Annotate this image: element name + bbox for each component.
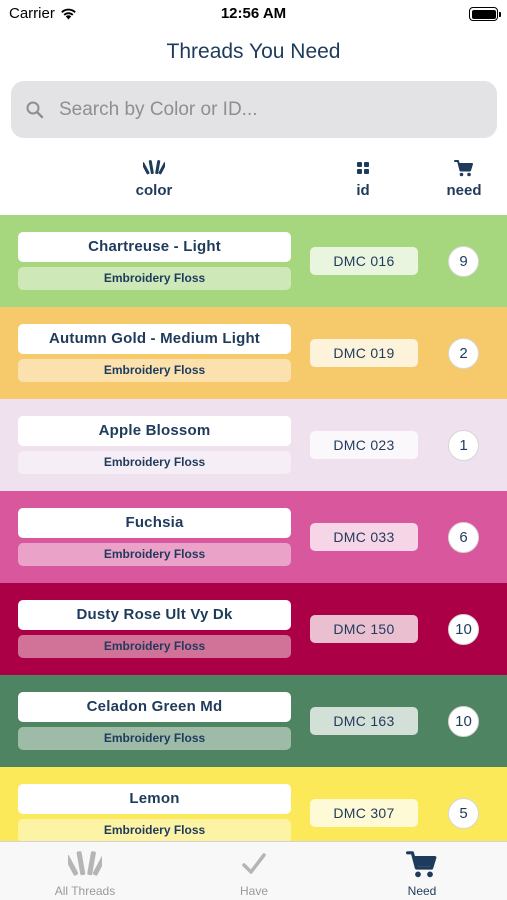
tab-need[interactable]: Need [362, 848, 482, 898]
id-column-label: id [356, 182, 370, 199]
thread-type: Embroidery Floss [18, 635, 291, 658]
thread-name: Lemon [18, 784, 291, 814]
thread-row[interactable]: Lemon Embroidery Floss DMC 307 5 [0, 767, 507, 841]
thread-id: DMC 019 [310, 339, 418, 367]
thread-type: Embroidery Floss [18, 359, 291, 382]
thread-name: Fuchsia [18, 508, 291, 538]
thread-row[interactable]: Apple Blossom Embroidery Floss DMC 023 1 [0, 399, 507, 491]
need-count-badge[interactable]: 1 [448, 430, 479, 461]
tab-have[interactable]: Have [194, 848, 314, 898]
page-title: Threads You Need [166, 40, 341, 63]
need-count-badge[interactable]: 10 [448, 706, 479, 737]
checkmark-icon [242, 853, 266, 874]
thread-fan-icon [68, 851, 102, 876]
thread-name: Apple Blossom [18, 416, 291, 446]
sort-by-color-header[interactable]: color [124, 158, 184, 199]
thread-id: DMC 150 [310, 615, 418, 643]
thread-name: Chartreuse - Light [18, 232, 291, 262]
thread-name: Dusty Rose Ult Vy Dk [18, 600, 291, 630]
status-bar: Carrier 12:56 AM [0, 0, 507, 30]
thread-row[interactable]: Dusty Rose Ult Vy Dk Embroidery Floss DM… [0, 583, 507, 675]
thread-id: DMC 033 [310, 523, 418, 551]
need-count-badge[interactable]: 6 [448, 522, 479, 553]
thread-type: Embroidery Floss [18, 727, 291, 750]
need-count-badge[interactable]: 9 [448, 246, 479, 277]
tab-need-label: Need [407, 884, 437, 898]
status-time: 12:56 AM [220, 5, 287, 22]
thread-id: DMC 163 [310, 707, 418, 735]
thread-row[interactable]: Chartreuse - Light Embroidery Floss DMC … [0, 215, 507, 307]
thread-list[interactable]: Chartreuse - Light Embroidery Floss DMC … [0, 215, 507, 841]
need-column-label: need [446, 182, 482, 199]
thread-name: Autumn Gold - Medium Light [18, 324, 291, 354]
thread-id: DMC 016 [310, 247, 418, 275]
thread-type: Embroidery Floss [18, 543, 291, 566]
sort-by-id-header[interactable]: id [333, 158, 393, 199]
tab-have-label: Have [239, 884, 268, 898]
need-count-badge[interactable]: 5 [448, 798, 479, 829]
cart-icon [454, 160, 473, 177]
color-column-label: color [135, 182, 173, 199]
search-bar[interactable] [11, 81, 497, 138]
thread-fan-icon [143, 160, 165, 175]
battery-icon [469, 7, 501, 21]
need-count-badge[interactable]: 2 [448, 338, 479, 369]
thread-row[interactable]: Fuchsia Embroidery Floss DMC 033 6 [0, 491, 507, 583]
thread-row[interactable]: Autumn Gold - Medium Light Embroidery Fl… [0, 307, 507, 399]
thread-row[interactable]: Celadon Green Md Embroidery Floss DMC 16… [0, 675, 507, 767]
grid-icon [357, 162, 369, 174]
thread-type: Embroidery Floss [18, 819, 291, 841]
search-input[interactable] [59, 98, 497, 121]
tab-bar: All Threads Have Need [0, 841, 507, 900]
sort-by-need-header[interactable]: need [434, 158, 494, 199]
need-count-badge[interactable]: 10 [448, 614, 479, 645]
thread-id: DMC 307 [310, 799, 418, 827]
search-icon [26, 101, 44, 118]
thread-id: DMC 023 [310, 431, 418, 459]
thread-type: Embroidery Floss [18, 451, 291, 474]
tab-all-threads-label: All Threads [54, 884, 116, 898]
tab-all-threads[interactable]: All Threads [25, 848, 145, 898]
thread-type: Embroidery Floss [18, 267, 291, 290]
thread-name: Celadon Green Md [18, 692, 291, 722]
cart-icon [406, 851, 437, 878]
